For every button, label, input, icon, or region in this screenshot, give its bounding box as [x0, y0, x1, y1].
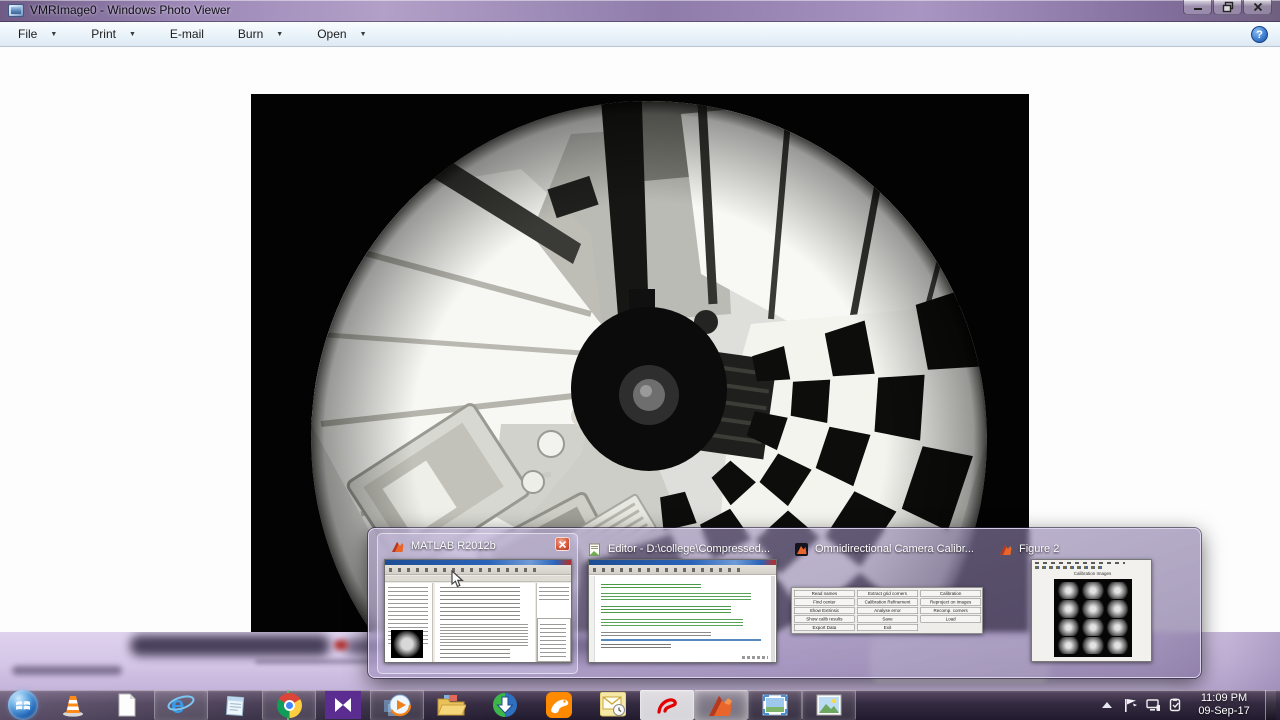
- gui-button: Analyse error: [857, 607, 918, 614]
- show-hidden-icons-button[interactable]: [1100, 698, 1114, 712]
- titlebar[interactable]: VMRImage0 - Windows Photo Viewer: [0, 0, 1280, 22]
- menu-email[interactable]: E-mail: [170, 27, 204, 41]
- mouse-cursor: [451, 570, 464, 588]
- outlook-icon: [600, 692, 626, 717]
- chevron-down-icon: ▼: [128, 30, 136, 38]
- gui-button: Find center: [794, 598, 855, 606]
- gui-button: Show calib results: [794, 615, 855, 623]
- taskbar: e 11:09 PM 09-Sep-17: [0, 690, 1280, 720]
- matlab-icon: [1000, 544, 1012, 555]
- restore-button[interactable]: [1213, 0, 1242, 15]
- taskbar-item-matlab[interactable]: [694, 690, 748, 720]
- preview-editor-thumbnail[interactable]: [588, 559, 777, 663]
- windows-start-icon: [8, 690, 38, 720]
- visual-studio-icon: [325, 691, 361, 719]
- menubar: File ▼ Print ▼ E-mail Burn ▼ Open ▼ ?: [0, 22, 1280, 47]
- show-desktop-button[interactable]: [1265, 690, 1276, 720]
- taskbar-item-explorer[interactable]: [424, 690, 478, 720]
- preview-figure2-thumbnail[interactable]: Calibration Images: [1031, 559, 1152, 662]
- help-icon[interactable]: ?: [1251, 26, 1268, 43]
- preview-omni-thumbnail[interactable]: Read names Extract grid corners Calibrat…: [791, 587, 983, 634]
- taskbar-preview-popup: MATLAB R2012b Editor - D:\college\Compre…: [367, 527, 1202, 679]
- taskbar-item-media-player[interactable]: [370, 690, 424, 720]
- gui-button: Reproject on images: [920, 598, 981, 606]
- calibration-images-grid: [1054, 579, 1132, 657]
- preview-editor-title: Editor - D:\college\Compressed...: [588, 541, 770, 557]
- gui-button: Export Data: [794, 624, 855, 631]
- gui-button: Extract grid corners: [857, 590, 918, 597]
- media-player-icon: [384, 693, 411, 717]
- notepad-icon: [225, 695, 245, 717]
- image-icon: [816, 694, 842, 716]
- taskbar-item-outlook[interactable]: [586, 690, 640, 720]
- gui-button: Calibration: [920, 590, 981, 597]
- preview-figure2-title: Figure 2: [999, 541, 1059, 557]
- folder-icon: [437, 695, 466, 716]
- taskbar-item-image-viewer[interactable]: [802, 690, 856, 720]
- clock-date: 09-Sep-17: [1198, 705, 1250, 717]
- gui-button-empty: [920, 624, 981, 631]
- editor-file-icon: [589, 543, 600, 556]
- gui-button: Show Extrinsic: [794, 607, 855, 614]
- start-button[interactable]: [0, 690, 46, 720]
- thumbnail-fisheye-image: [391, 630, 423, 658]
- taskbar-item-notepad[interactable]: [208, 690, 262, 720]
- preview-matlab-thumbnail[interactable]: [384, 559, 572, 663]
- preview-omni-title: Omnidirectional Camera Calibr...: [795, 541, 974, 557]
- taskbar-item-uc-browser[interactable]: [532, 690, 586, 720]
- blurred-window-shape: [130, 635, 330, 656]
- calibration-gui-buttons: Read names Extract grid corners Calibrat…: [792, 588, 982, 633]
- gui-button: Exit: [857, 624, 918, 631]
- system-tray: 11:09 PM 09-Sep-17: [1100, 690, 1280, 720]
- photo-viewer-window-icon: [8, 4, 24, 17]
- taskbar-item-visual-studio[interactable]: [316, 690, 370, 720]
- menu-file[interactable]: File ▼: [18, 27, 57, 41]
- taskbar-item-vlc[interactable]: [46, 690, 100, 720]
- svg-text:e: e: [171, 692, 184, 718]
- gui-button: Load: [920, 615, 981, 623]
- figure-caption: Calibration Images: [1073, 571, 1112, 576]
- screen: VMRImage0 - Windows Photo Viewer File ▼ …: [0, 0, 1280, 720]
- internet-explorer-icon: e: [167, 692, 195, 718]
- chevron-down-icon: ▼: [359, 30, 367, 38]
- blurred-text: [12, 666, 122, 675]
- photo-viewer-icon: [762, 694, 788, 716]
- taskbar-item-airtel[interactable]: [640, 690, 694, 720]
- matlab-icon: [795, 542, 808, 556]
- matlab-icon: [709, 696, 732, 716]
- taskbar-clock[interactable]: 11:09 PM 09-Sep-17: [1192, 692, 1256, 718]
- remove-hardware-icon[interactable]: [1169, 698, 1183, 712]
- menu-burn[interactable]: Burn ▼: [238, 27, 283, 41]
- network-icon[interactable]: [1146, 698, 1160, 712]
- taskbar-item-photo-viewer[interactable]: [748, 690, 802, 720]
- gui-button: Calibration Refinement: [857, 598, 918, 606]
- document-icon: [118, 693, 136, 717]
- uc-browser-icon: [546, 692, 572, 718]
- taskbar-item-idm[interactable]: [478, 690, 532, 720]
- vlc-icon: [63, 696, 83, 717]
- chrome-icon: [276, 692, 302, 718]
- matlab-icon: [392, 541, 404, 552]
- action-center-flag-icon[interactable]: [1123, 698, 1137, 712]
- chevron-down-icon: ▼: [50, 30, 58, 38]
- taskbar-item-chrome[interactable]: [262, 690, 316, 720]
- clock-time: 11:09 PM: [1200, 692, 1248, 704]
- idm-icon: [493, 693, 517, 717]
- close-button[interactable]: [1243, 0, 1272, 15]
- preview-matlab-title: MATLAB R2012b: [391, 538, 496, 554]
- airtel-icon: [657, 698, 677, 714]
- gui-button: Read names: [794, 590, 855, 597]
- menu-print[interactable]: Print ▼: [91, 27, 136, 41]
- taskbar-item-document[interactable]: [100, 690, 154, 720]
- gui-button: Recomp. corners: [920, 607, 981, 614]
- chevron-down-icon: ▼: [276, 30, 284, 38]
- gui-button: Save: [857, 615, 918, 623]
- minimize-button[interactable]: [1183, 0, 1212, 15]
- blurred-red-dot: [334, 640, 348, 650]
- window-title: VMRImage0 - Windows Photo Viewer: [30, 3, 231, 17]
- taskbar-item-internet-explorer[interactable]: e: [154, 690, 208, 720]
- preview-close-button[interactable]: [555, 537, 570, 551]
- menu-open[interactable]: Open ▼: [317, 27, 366, 41]
